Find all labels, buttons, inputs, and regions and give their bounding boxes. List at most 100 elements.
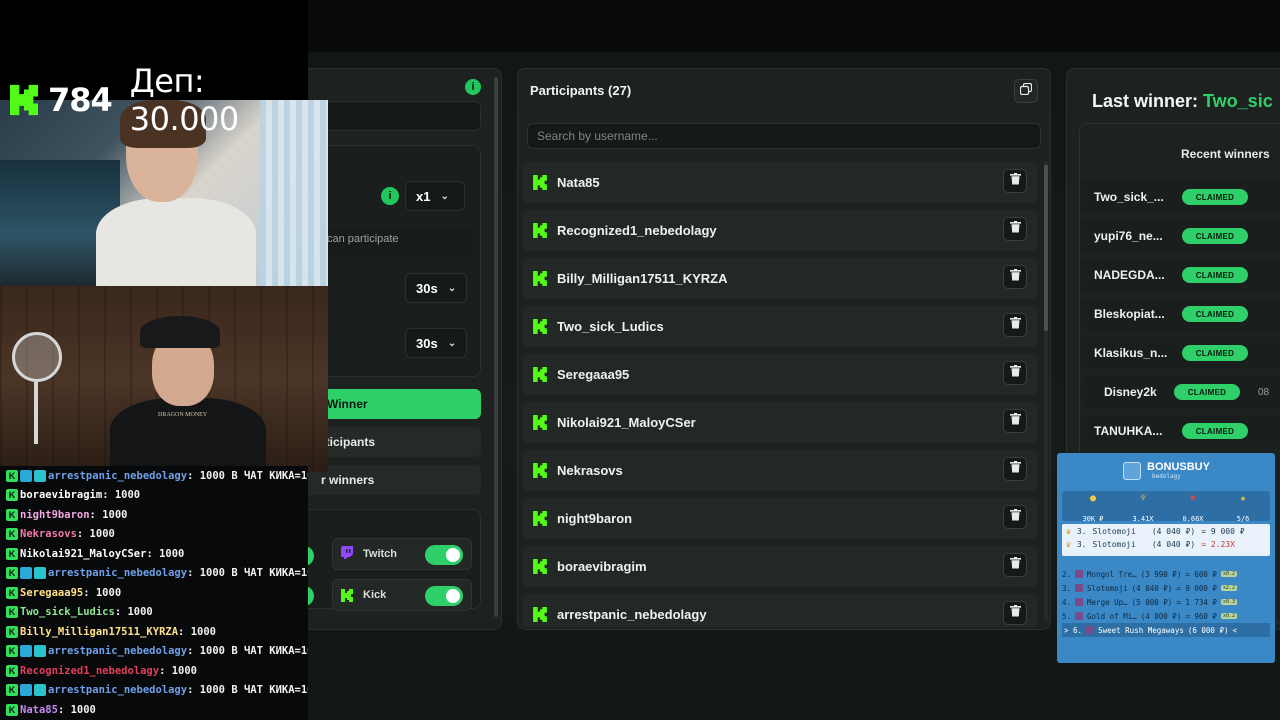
bonus-queue-item: > 6. Sweet Rush Megaways (6 000 ₽) < bbox=[1062, 623, 1270, 637]
trash-icon bbox=[1009, 364, 1021, 382]
stat-total: ● 30K ₽ bbox=[1068, 493, 1118, 525]
bonus-bet: (4 040 ₽) bbox=[1151, 527, 1196, 536]
delete-button[interactable] bbox=[1003, 361, 1027, 385]
chat-username[interactable]: Nikolai921_MaloyCSer bbox=[20, 548, 146, 560]
webcam-bottom: DRAGON MONEY bbox=[0, 286, 328, 472]
delete-button[interactable] bbox=[1003, 313, 1027, 337]
winner-row: Two_sick_... CLAIMED bbox=[1081, 181, 1280, 213]
chat-username[interactable]: night9baron bbox=[20, 509, 90, 521]
copy-button[interactable] bbox=[1014, 79, 1038, 103]
queue-number: > 6. bbox=[1064, 625, 1083, 635]
chat-username[interactable]: Nekrasovs bbox=[20, 528, 77, 540]
chat-username[interactable]: arrestpanic_nebedolagy bbox=[48, 567, 187, 579]
info-icon[interactable]: i bbox=[381, 187, 399, 205]
winner-name: Two_sick_... bbox=[1094, 190, 1164, 204]
clear-winners-button[interactable]: r winners bbox=[301, 465, 481, 495]
participants-panel: Participants (27) Search by username... … bbox=[517, 68, 1051, 630]
queue-bet: (4 040 ₽) bbox=[1131, 583, 1173, 593]
multiplier-select[interactable]: x1 ⌄ bbox=[405, 181, 465, 211]
kick-icon bbox=[341, 588, 353, 602]
clear-participants-button[interactable]: rticipants bbox=[301, 427, 481, 457]
scrollbar-thumb[interactable] bbox=[1044, 165, 1048, 331]
winner-row: Klasikus_n... CLAIMED bbox=[1081, 337, 1280, 369]
sub-badge-icon bbox=[34, 684, 46, 697]
slot-icon bbox=[1075, 570, 1084, 578]
delete-button[interactable] bbox=[1003, 505, 1027, 529]
delete-button[interactable] bbox=[1003, 553, 1027, 577]
chat-username[interactable]: Recognized1_nebedolagy bbox=[20, 665, 159, 677]
kick-badge-icon: K bbox=[6, 703, 18, 716]
trash-icon bbox=[1009, 460, 1021, 478]
stat-count: ★ 5/6 bbox=[1218, 493, 1268, 525]
current-bonus-box: ♛ 3. Slotomoji (4 040 ₽) = 9 000 ₽ ♛ 3. Slotomo… bbox=[1062, 524, 1270, 556]
trash-icon bbox=[1009, 172, 1021, 190]
stat-count-value: 5/6 bbox=[1236, 515, 1250, 523]
kick-badge-icon: K bbox=[6, 684, 18, 697]
participant-name: Nekrasovs bbox=[557, 462, 623, 478]
sub-badge-icon bbox=[34, 469, 46, 482]
trash-icon bbox=[1009, 412, 1021, 430]
streamer-tshirt bbox=[110, 398, 266, 472]
stat-total-value: 30K ₽ bbox=[1082, 515, 1104, 523]
arrow-badge-icon bbox=[20, 469, 32, 482]
kick-badge-icon: K bbox=[6, 567, 18, 580]
queue-bet: (5 000 ₽) bbox=[1131, 597, 1173, 607]
chat-message: Karrestpanic_nebedolagy: 1000 В ЧАТ КИКА… bbox=[0, 564, 308, 584]
chat-username[interactable]: Billy_Milligan17511_KYRZA bbox=[20, 626, 178, 638]
chat-message: Kboraevibragim: 1000 bbox=[0, 486, 308, 506]
bonus-result: = 9 000 ₽ bbox=[1201, 527, 1245, 536]
bonus-rank: 3. bbox=[1076, 540, 1087, 549]
kick-label: Kick bbox=[363, 589, 387, 601]
participant-name: night9baron bbox=[557, 510, 633, 526]
bonus-buy-widget: BONUSBUY bedolagy ● 30K ₽ ♆ 3.41X ✖ 0.66X ★… bbox=[1057, 453, 1275, 663]
trash-icon bbox=[1009, 508, 1021, 526]
arrow-badge-icon bbox=[20, 567, 32, 580]
slot-icon bbox=[1086, 626, 1095, 634]
scrollbar[interactable] bbox=[494, 77, 498, 617]
chat-message: Karrestpanic_nebedolagy: 1000 В ЧАТ КИКА… bbox=[0, 466, 308, 486]
pick-winner-button[interactable]: Winner bbox=[301, 389, 481, 419]
chat-username[interactable]: arrestpanic_nebedolagy bbox=[48, 470, 187, 482]
kick-toggle[interactable] bbox=[425, 586, 463, 606]
kick-badge-icon: K bbox=[6, 645, 18, 658]
chat-username[interactable]: arrestpanic_nebedolagy bbox=[48, 645, 187, 657]
sub-badge-icon bbox=[34, 567, 46, 580]
timer-select-2[interactable]: 30s ⌄ bbox=[405, 328, 467, 358]
chat-username[interactable]: Two_sick_Ludics bbox=[20, 606, 115, 618]
bonus-queue-item: 3. Slotomoji (4 040 ₽) = 9 000 ₽ x2.2 bbox=[1062, 581, 1270, 595]
chat-username[interactable]: Nata85 bbox=[20, 704, 58, 716]
slot-icon bbox=[1075, 598, 1084, 606]
counter-row: 784 Деп: 30.000 bbox=[10, 62, 308, 138]
platform-kick: Kick bbox=[332, 579, 472, 611]
timer-value-1: 30s bbox=[416, 280, 438, 296]
kick-badge-icon: K bbox=[6, 664, 18, 677]
winner-row: Bleskopiat... CLAIMED bbox=[1081, 298, 1280, 330]
delete-button[interactable] bbox=[1003, 601, 1027, 625]
timer-select-1[interactable]: 30s ⌄ bbox=[405, 273, 467, 303]
participants-title: Participants (27) bbox=[530, 83, 632, 98]
chat-message: Karrestpanic_nebedolagy: 1000 В ЧАТ КИКА… bbox=[0, 681, 308, 701]
crown-icon: ♛ bbox=[1066, 527, 1071, 536]
keyword-input[interactable] bbox=[301, 101, 481, 131]
trash-icon bbox=[1009, 604, 1021, 622]
chat-username[interactable]: arrestpanic_nebedolagy bbox=[48, 684, 187, 696]
current-bonus-line: ♛ 3. Slotomoji (4 040 ₽) = 2.23X bbox=[1066, 540, 1266, 553]
chat-username[interactable]: boraevibragim bbox=[20, 489, 102, 501]
delete-button[interactable] bbox=[1003, 409, 1027, 433]
queue-slot: Slotomoji bbox=[1087, 583, 1128, 593]
delete-button[interactable] bbox=[1003, 169, 1027, 193]
twitch-toggle[interactable] bbox=[425, 545, 463, 565]
queue-slot: Merge Up… bbox=[1087, 597, 1128, 607]
delete-button[interactable] bbox=[1003, 457, 1027, 481]
participant-row: Two_sick_Ludics bbox=[523, 305, 1037, 347]
arrow-badge-icon bbox=[20, 684, 32, 697]
delete-button[interactable] bbox=[1003, 217, 1027, 241]
kick-icon bbox=[533, 606, 547, 622]
chat-username[interactable]: Seregaaa95 bbox=[20, 587, 83, 599]
kick-icon bbox=[533, 414, 547, 430]
chat-text: : 1000 bbox=[57, 703, 96, 716]
delete-button[interactable] bbox=[1003, 265, 1027, 289]
winner-row: NADEGDA... CLAIMED bbox=[1081, 259, 1280, 291]
search-input[interactable]: Search by username... bbox=[527, 123, 1041, 149]
info-icon[interactable]: i bbox=[465, 79, 481, 95]
